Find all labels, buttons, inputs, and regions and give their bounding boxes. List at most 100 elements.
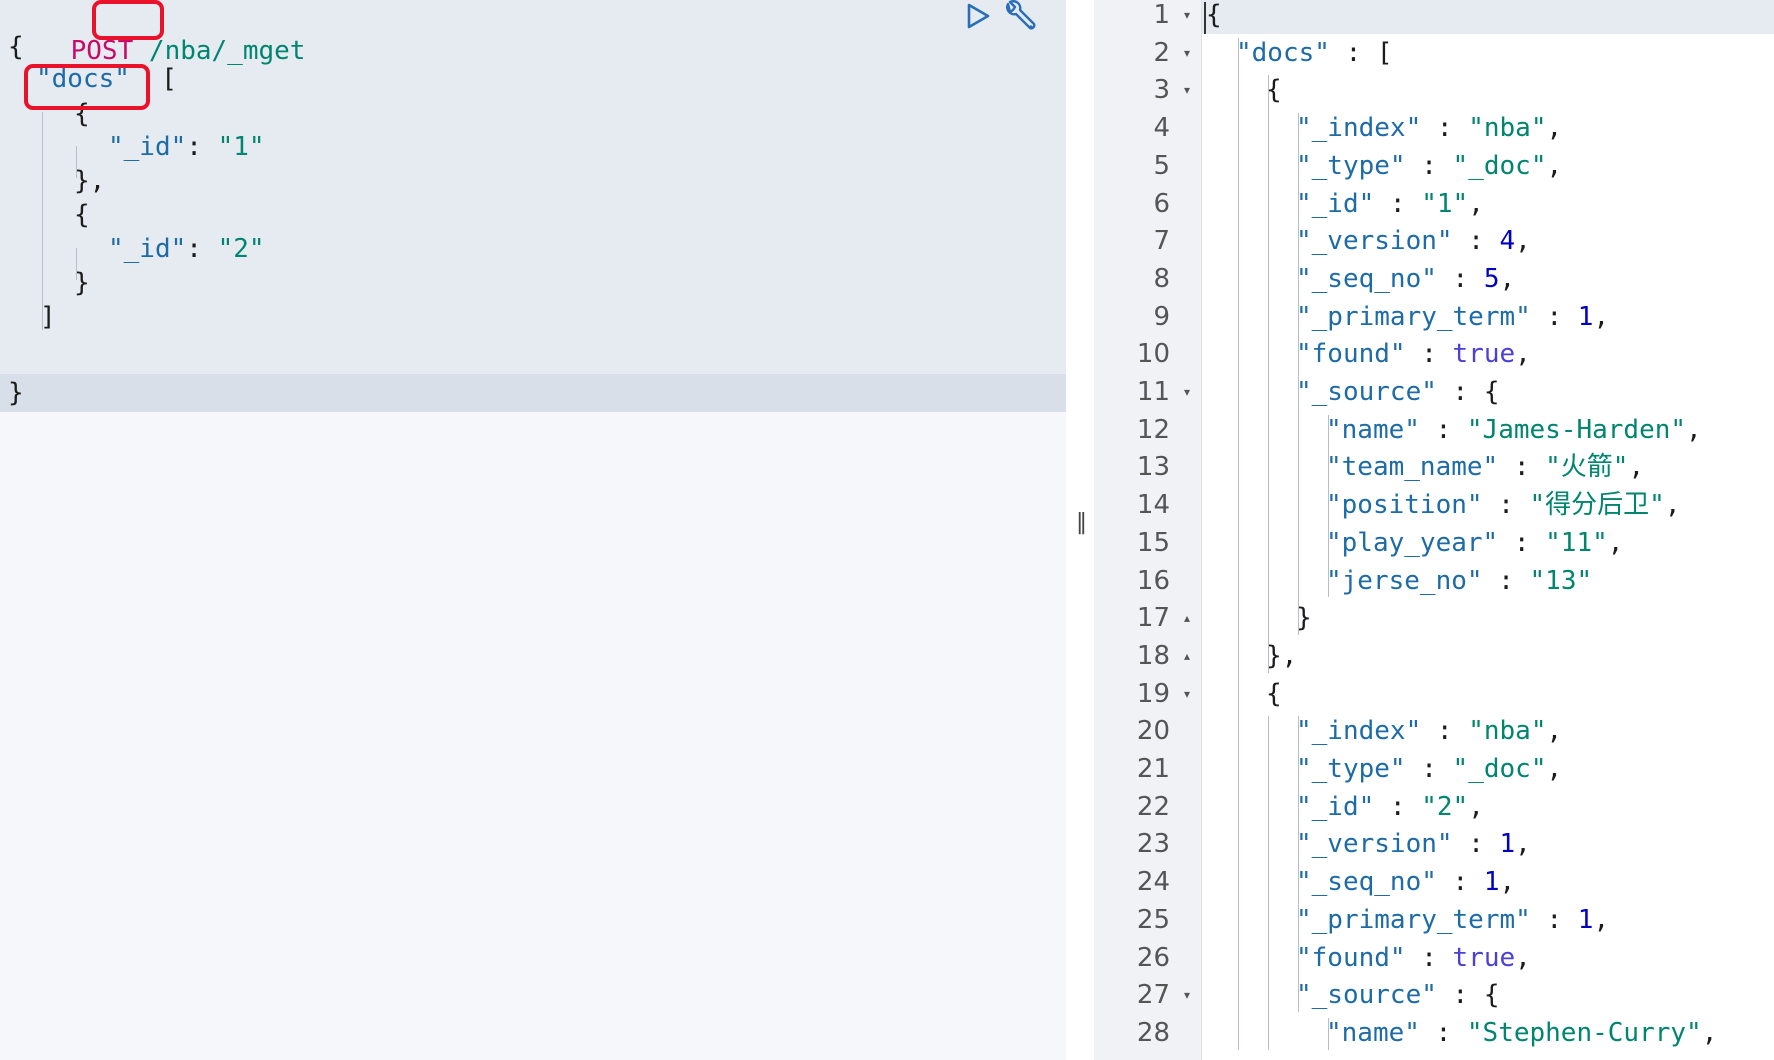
- json-token-key: "_primary_term": [1296, 904, 1531, 935]
- line-number-gutter: 1 ▾ 2 ▾ 3 ▾ 4 5 6 7 8 9 10 11 ▾ 12 13 14 15 16 17 ▴ 18 ▴ 19 ▾ 20 21…: [1094, 0, 1202, 1060]
- line-number: 25: [1136, 904, 1170, 935]
- line-number: 24: [1136, 867, 1170, 898]
- json-token-brace: ,: [1628, 452, 1645, 483]
- json-token-key: "found": [1296, 339, 1406, 370]
- json-token-brace: ,: [1515, 339, 1531, 370]
- response-line[interactable]: {: [1266, 675, 1282, 713]
- line-number: 7: [1153, 226, 1170, 257]
- unfold-arrow-icon[interactable]: ▴: [1184, 637, 1190, 675]
- line-number: 6: [1153, 188, 1170, 219]
- doc1-id-value: "1": [217, 132, 265, 162]
- response-viewer[interactable]: 1 ▾ 2 ▾ 3 ▾ 4 5 6 7 8 9 10 11 ▾ 12 13 14 15 16 17 ▴ 18 ▴ 19 ▾ 20 21…: [1094, 0, 1774, 1060]
- fold-arrow-icon[interactable]: ▾: [1184, 71, 1190, 109]
- json-token-brace: :: [1530, 904, 1578, 935]
- json-token-key: "_source": [1296, 377, 1437, 407]
- request-editor[interactable]: POST /nba/_mget { "docs" [ { "_id": "1" …: [0, 0, 1066, 1060]
- response-line[interactable]: "name" : "Stephen-Curry",: [1326, 1014, 1717, 1052]
- json-token-str: "_doc": [1452, 754, 1547, 784]
- fold-arrow-icon[interactable]: ▾: [1184, 34, 1190, 72]
- response-line[interactable]: "_index" : "nba",: [1296, 109, 1562, 147]
- json-token-num: 1: [1577, 904, 1594, 935]
- response-line[interactable]: "_source" : {: [1296, 976, 1500, 1014]
- fold-arrow-icon[interactable]: ▾: [1184, 0, 1190, 34]
- response-line[interactable]: "play_year" : "11",: [1326, 524, 1623, 562]
- unfold-arrow-icon[interactable]: ▴: [1184, 599, 1190, 637]
- json-token-key: "jerse_no": [1326, 565, 1483, 596]
- json-token-key: "docs": [1236, 37, 1330, 68]
- json-token-num: 1: [1499, 829, 1516, 860]
- indent-guide: [1268, 75, 1269, 673]
- response-line[interactable]: "_primary_term" : 1,: [1296, 298, 1609, 336]
- line-number: 22: [1136, 791, 1170, 822]
- response-line[interactable]: "_type" : "_doc",: [1296, 147, 1562, 185]
- line-number: 11 ▾: [1094, 373, 1194, 411]
- request-line-2[interactable]: {: [8, 28, 24, 66]
- fold-arrow-icon[interactable]: ▾: [1184, 675, 1190, 713]
- json-token-brace: :: [1374, 188, 1422, 219]
- json-token-brace: ,: [1593, 904, 1610, 935]
- response-line[interactable]: },: [1266, 637, 1297, 675]
- json-token-str: "火箭": [1545, 452, 1629, 483]
- doc1-id-key: "_id": [108, 132, 187, 162]
- splitter-handle-icon[interactable]: ‖: [1076, 510, 1087, 535]
- response-line[interactable]: {: [1206, 0, 1222, 34]
- line-number: 13: [1136, 452, 1170, 483]
- doc2-id-colon: :: [186, 234, 218, 264]
- play-icon[interactable]: [964, 2, 992, 30]
- request-line-6[interactable]: },: [74, 162, 105, 200]
- request-line-7[interactable]: {: [74, 196, 90, 234]
- response-line[interactable]: "_id" : "1",: [1296, 185, 1484, 223]
- line-number: 1 ▾: [1094, 0, 1194, 34]
- json-token-brace: ,: [1515, 226, 1531, 257]
- json-token-brace: ,: [1468, 188, 1484, 219]
- json-token-brace: :: [1436, 263, 1484, 294]
- response-line[interactable]: "_seq_no" : 5,: [1296, 260, 1515, 298]
- response-line[interactable]: "_version" : 1,: [1296, 825, 1531, 863]
- line-number: 23: [1136, 829, 1170, 860]
- json-token-brace: ,: [1546, 113, 1563, 144]
- response-line[interactable]: "team_name" : "火箭",: [1326, 448, 1644, 486]
- response-line[interactable]: "jerse_no" : "13": [1326, 562, 1592, 600]
- wrench-icon[interactable]: [1002, 0, 1036, 32]
- json-token-key: "_source": [1296, 980, 1437, 1011]
- response-line[interactable]: "_id" : "2",: [1296, 788, 1484, 826]
- response-line[interactable]: "_index" : "nba",: [1296, 712, 1562, 750]
- json-token-brace: ,: [1499, 263, 1516, 294]
- json-token-brace: :: [1421, 716, 1469, 747]
- indent-guide: [1298, 716, 1299, 1012]
- indent-guide: [1268, 716, 1269, 1050]
- json-token-brace: },: [1266, 640, 1298, 671]
- json-token-key: "_id": [1296, 188, 1375, 219]
- response-line[interactable]: "found" : true,: [1296, 335, 1531, 373]
- response-line[interactable]: "_version" : 4,: [1296, 222, 1531, 260]
- line-number: 18 ▴: [1094, 637, 1194, 675]
- fold-arrow-icon[interactable]: ▾: [1184, 976, 1190, 1014]
- url-endpoint: /_mget: [211, 36, 306, 66]
- response-line[interactable]: "docs" : [: [1236, 34, 1393, 72]
- json-token-str: "得分后卫": [1529, 490, 1665, 521]
- request-line-5[interactable]: "_id": "1": [108, 128, 265, 166]
- response-line[interactable]: "_type" : "_doc",: [1296, 750, 1562, 788]
- pane-splitter[interactable]: ‖: [1066, 0, 1094, 1060]
- response-line[interactable]: "_source" : {: [1296, 373, 1500, 411]
- json-token-key: "_type": [1296, 754, 1406, 784]
- doc2-id-key: "_id": [108, 234, 187, 264]
- response-line[interactable]: "name" : "James-Harden",: [1326, 411, 1702, 449]
- fold-arrow-icon[interactable]: ▾: [1184, 373, 1190, 411]
- json-token-key: "team_name": [1326, 452, 1499, 483]
- response-line[interactable]: "_seq_no" : 1,: [1296, 863, 1515, 901]
- json-token-bool: true: [1452, 942, 1516, 973]
- request-line-11[interactable]: }: [8, 374, 24, 412]
- json-token-brace: :: [1482, 565, 1530, 596]
- json-token-brace: :: [1452, 226, 1500, 257]
- json-token-brace: ,: [1468, 791, 1484, 822]
- indent-guide: [1328, 1017, 1329, 1050]
- response-line[interactable]: "found" : true,: [1296, 939, 1531, 977]
- json-token-brace: ,: [1515, 829, 1531, 860]
- json-token-key: "_index": [1296, 716, 1422, 747]
- response-line[interactable]: "position" : "得分后卫",: [1326, 486, 1680, 524]
- request-line-8[interactable]: "_id": "2": [108, 230, 265, 268]
- json-token-key: "_primary_term": [1296, 301, 1531, 332]
- json-token-brace: ,: [1664, 490, 1681, 521]
- response-line[interactable]: "_primary_term" : 1,: [1296, 901, 1609, 939]
